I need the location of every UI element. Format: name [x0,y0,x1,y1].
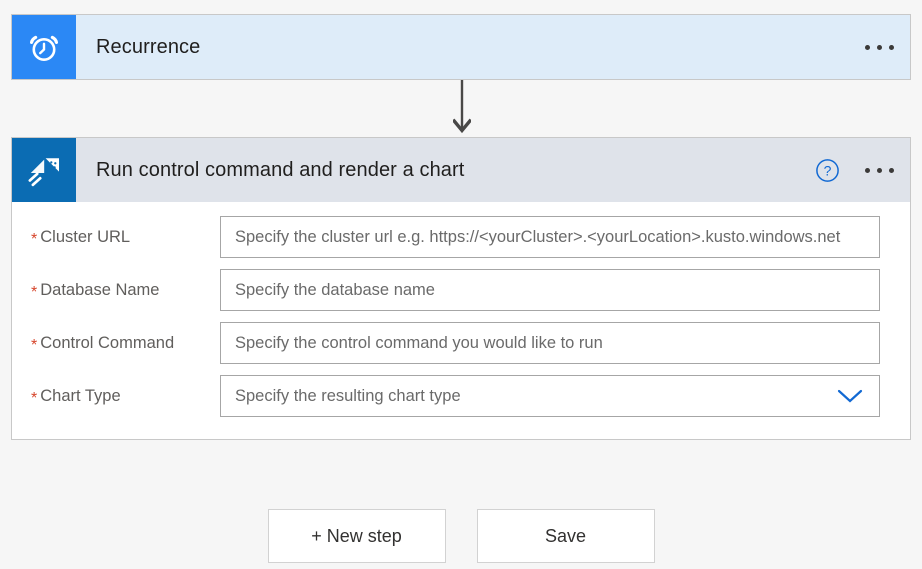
alarm-clock-icon [12,15,76,79]
kusto-form: * Cluster URL * Database Name * Control … [12,202,910,417]
label-text-control-command: Control Command [40,333,175,352]
step-title-recurrence: Recurrence [96,35,201,58]
required-marker: * [31,336,38,354]
ellipsis-dot [876,44,882,50]
label-cluster-url: * Cluster URL [12,227,220,248]
overflow-menu-icon[interactable] [848,15,910,79]
required-marker: * [31,283,38,301]
field-database-name[interactable] [220,269,880,311]
label-text-chart-type: Chart Type [40,386,121,405]
chart-type-input[interactable] [221,376,879,416]
field-cluster-url[interactable] [220,216,880,258]
ellipsis-dot [864,44,870,50]
connector-arrow-down-icon [451,80,473,137]
label-text-cluster-url: Cluster URL [40,227,131,246]
svg-text:?: ? [823,162,831,178]
form-row-cluster-url: * Cluster URL [12,216,910,258]
form-row-database-name: * Database Name [12,269,910,311]
ellipsis-dot [888,44,894,50]
help-icon[interactable]: ? [806,149,848,191]
overflow-menu-icon[interactable] [848,138,910,202]
form-row-chart-type: * Chart Type [12,375,910,417]
ellipsis-dot [864,167,870,173]
new-step-button[interactable]: + New step [267,509,446,563]
kusto-kite-icon [12,138,76,202]
label-database-name: * Database Name [12,280,220,301]
step-header-actions-kusto: ? [806,138,910,202]
database-name-input[interactable] [221,270,879,310]
save-button[interactable]: Save [476,509,655,563]
ellipsis-dot [876,167,882,173]
label-text-database-name: Database Name [40,280,160,299]
chevron-down-icon[interactable] [837,376,863,416]
step-header-actions-recurrence [848,15,910,79]
required-marker: * [31,230,38,248]
label-control-command: * Control Command [12,333,220,354]
step-card-recurrence[interactable]: Recurrence [11,14,911,80]
step-header-kusto[interactable]: Run control command and render a chart ? [12,138,910,202]
ellipsis-dot [888,167,894,173]
cluster-url-input[interactable] [221,217,879,257]
designer-footer: + New step Save [0,509,922,563]
label-chart-type: * Chart Type [12,386,220,407]
required-marker: * [31,389,38,407]
field-control-command[interactable] [220,322,880,364]
control-command-input[interactable] [221,323,879,363]
step-card-kusto[interactable]: Run control command and render a chart ?… [11,137,911,440]
step-header-recurrence[interactable]: Recurrence [12,15,910,79]
field-chart-type[interactable] [220,375,880,417]
step-title-kusto: Run control command and render a chart [96,158,465,181]
form-row-control-command: * Control Command [12,322,910,364]
